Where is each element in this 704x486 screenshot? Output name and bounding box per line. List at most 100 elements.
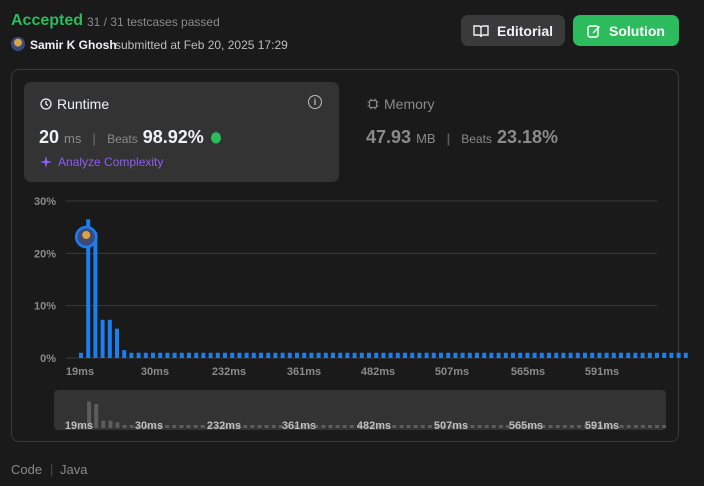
chart-bar [352,352,357,358]
overview-bar [569,425,574,428]
chart-bar [575,352,580,358]
runtime-distribution-chart: 30% 20% 10% 0% 19ms 30ms 232ms 361ms 482ms 507ms 5… [34,196,688,378]
overview-bar [626,425,631,428]
overview-bar [655,425,660,428]
divider: | [446,131,451,146]
memory-number: 47.93 [366,127,412,147]
chart-bar [511,352,515,358]
solution-label: Solution [609,22,665,39]
memory-beats: 23.18% [496,127,558,147]
chart-bar [187,352,191,358]
overview-tick-label: 19ms [65,420,93,430]
y-tick-label: 0% [40,353,56,365]
chart-bar [597,352,602,358]
solution-button[interactable]: Solution [573,15,679,46]
chart-bar [626,352,631,358]
overview-bar [477,425,482,428]
chart-bar [417,352,422,358]
memory-value: 47.93 MB | Beats 23.18% [366,127,558,148]
submission-marker-face [82,231,91,239]
overview-bar [392,425,397,428]
chart-bar [165,352,170,358]
divider: | [92,131,97,146]
chart-bar [662,352,667,358]
chart-bar [266,352,271,358]
code-label: Code [11,462,43,477]
x-tick-label: 565ms [511,366,545,378]
chart-bar [669,352,674,358]
x-tick-label: 361ms [287,366,321,378]
overview-bar [619,425,624,428]
overview-bar [633,425,638,428]
overview-tick-label: 565ms [509,420,543,430]
username[interactable]: Samir K Ghosh [30,38,117,52]
chart-bar [223,352,227,358]
chart-bar [467,352,472,358]
y-tick-label: 20% [34,248,56,260]
chart-bar [230,352,235,358]
memory-unit: MB [416,131,436,146]
chart-bar [640,352,645,358]
overview-tick-label: 361ms [282,420,316,430]
overview-bar [243,425,248,428]
chart-bar [316,352,321,358]
runtime-beats-label: Beats [107,132,138,146]
x-tick-label: 30ms [141,366,169,378]
chart-bar [309,352,314,358]
chart-bar [539,352,544,358]
chart-bar [503,352,508,358]
avatar[interactable] [11,37,25,51]
overview-bar [470,425,475,428]
chart-bar [547,352,551,358]
analyze-complexity-link[interactable]: Analyze Complexity [40,155,163,169]
analyze-label: Analyze Complexity [58,155,164,169]
overview-bar [186,425,191,428]
overview-bar [335,425,340,428]
testcases-passed: 31 / 31 testcases passed [87,15,220,29]
chart-bar [676,352,681,358]
chart-bar [158,352,163,358]
chart-bar [273,352,278,358]
overview-tick-label: 30ms [135,420,163,430]
sparkle-icon [40,155,52,168]
chart-bar [345,352,350,358]
overview-bar [577,425,581,428]
y-tick-label: 10% [34,301,56,313]
overview-bar [548,425,553,428]
chart-bar [568,352,573,358]
chart-bar [647,352,652,358]
chart-bar [460,352,465,358]
chart-bar [395,352,400,358]
overview-bar [413,425,418,428]
overview-bar [101,420,106,428]
overview-bar [108,420,113,428]
chart-bar [251,352,256,358]
chart-bar [259,352,263,358]
memory-title-label: Memory [384,96,435,112]
editorial-button[interactable]: Editorial [461,15,565,46]
overview-bar [420,425,425,428]
info-icon[interactable]: i [308,95,322,109]
chart-bar [619,352,623,358]
overview-bar [562,425,567,428]
chart-bar [136,352,141,358]
edit-icon [587,24,600,38]
overview-bar [179,425,184,428]
overview-bar [484,425,489,428]
runtime-title: Runtime [40,96,109,112]
chart-bar [143,352,148,358]
memory-title[interactable]: Memory [367,96,435,112]
chart-overview-bars: 19ms 30ms 232ms 361ms 482ms 507ms 565ms 591ms [65,401,666,430]
overview-bar [427,425,432,428]
overview-bar [491,425,496,428]
chart-bar [201,352,206,358]
chip-icon [367,98,379,110]
overview-tick-label: 482ms [357,420,391,430]
chart-bar [496,352,501,358]
chart-bar [115,328,119,358]
overview-bar [328,425,333,428]
overview-bar [662,425,666,428]
chart-bar [100,319,105,358]
x-tick-label: 507ms [435,366,469,378]
chart-bar [604,352,609,358]
